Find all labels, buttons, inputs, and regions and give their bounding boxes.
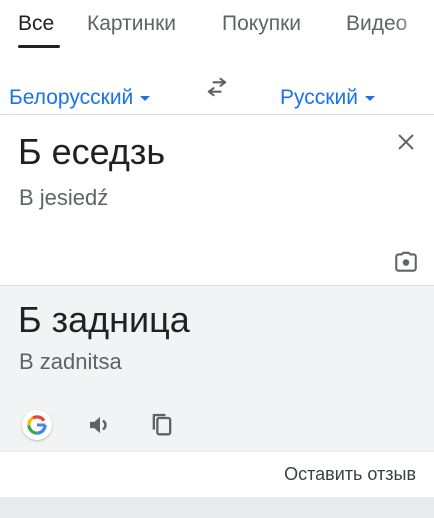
- active-tab-indicator: [18, 45, 60, 48]
- source-panel: Б еседзь B jesiedź: [0, 114, 434, 286]
- translated-text: Б задница: [18, 299, 190, 340]
- chevron-down-icon: [364, 95, 375, 101]
- search-tabs: Все Картинки Покупки Видео: [0, 0, 434, 58]
- clear-icon[interactable]: [395, 131, 417, 153]
- source-text[interactable]: Б еседзь: [18, 131, 165, 173]
- chevron-down-icon: [140, 95, 151, 101]
- bottom-divider: [0, 497, 434, 518]
- tab-all[interactable]: Все: [18, 12, 54, 36]
- camera-icon[interactable]: [393, 249, 419, 275]
- target-language-label: Русский: [280, 86, 358, 109]
- tab-images[interactable]: Картинки: [87, 12, 176, 36]
- tabs-fade: [394, 0, 434, 58]
- send-feedback-link[interactable]: Оставить отзыв: [284, 464, 416, 485]
- language-selector-row: Белорусский Русский: [0, 60, 434, 114]
- translation-panel: Б задница B zadnitsa: [0, 285, 434, 452]
- copy-icon[interactable]: [148, 410, 176, 440]
- target-language-select[interactable]: Русский: [280, 86, 375, 110]
- google-g-icon[interactable]: [22, 410, 52, 440]
- translated-transliteration: B zadnitsa: [19, 349, 122, 374]
- source-language-select[interactable]: Белорусский: [9, 86, 151, 110]
- source-transliteration: B jesiedź: [19, 185, 109, 210]
- source-language-label: Белорусский: [9, 86, 134, 109]
- speaker-icon[interactable]: [85, 410, 115, 440]
- feedback-row: Оставить отзыв: [0, 451, 434, 498]
- tab-shopping[interactable]: Покупки: [222, 12, 301, 36]
- swap-languages-icon[interactable]: [203, 73, 231, 101]
